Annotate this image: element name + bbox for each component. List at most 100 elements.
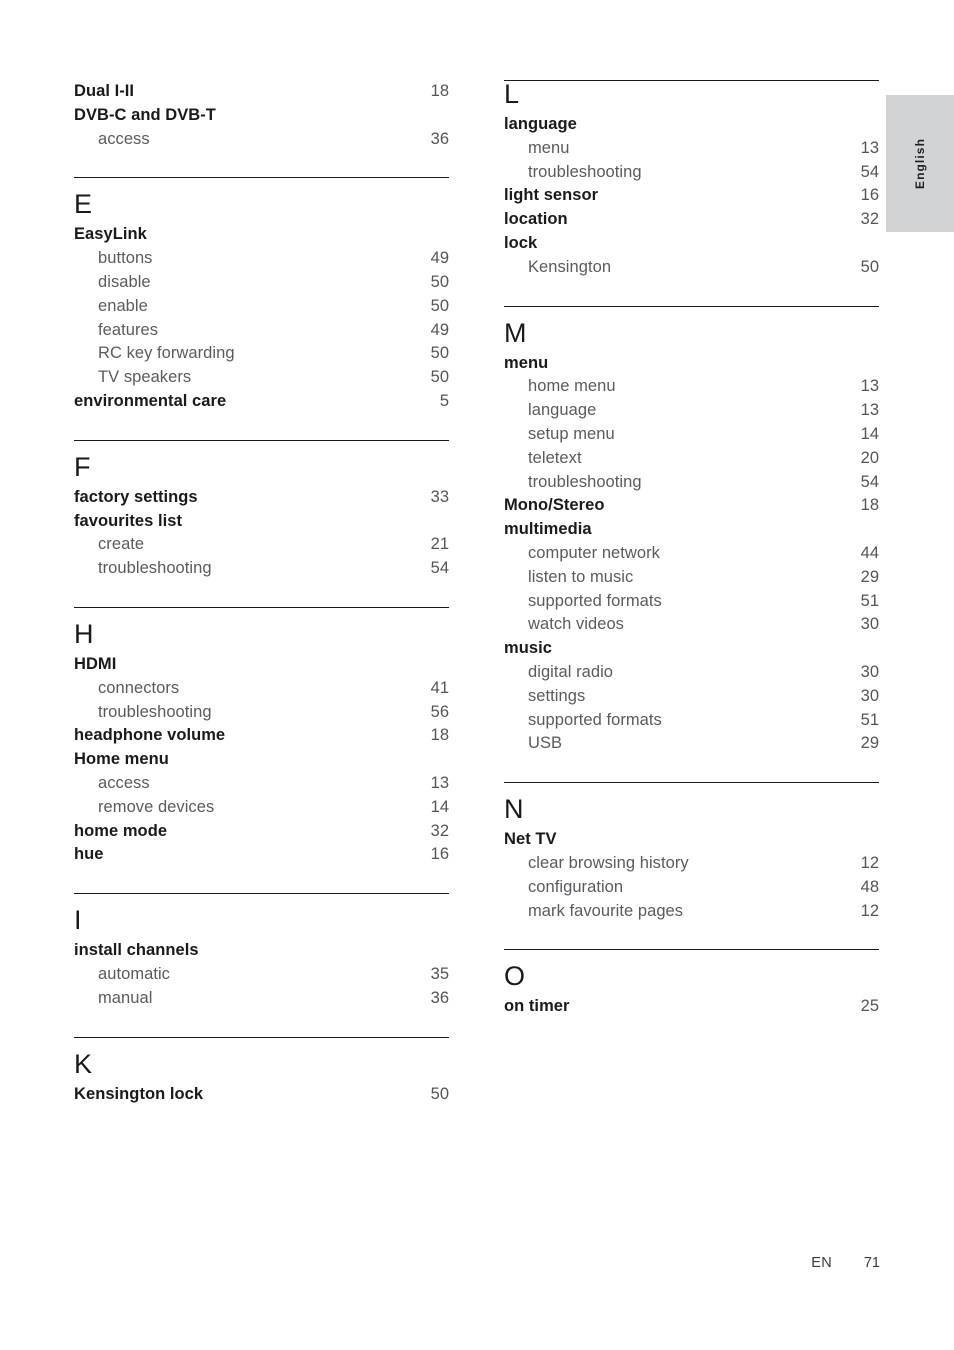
index-subentry: mark favourite pages 12 bbox=[504, 900, 879, 924]
section-letter-m: M bbox=[504, 317, 527, 348]
index-subentry: digital radio 30 bbox=[504, 661, 879, 685]
index-entry-page: 14 bbox=[860, 424, 879, 443]
index-section-e: E EasyLink buttons 49 disable 50 enable 50 featu… bbox=[74, 177, 449, 413]
index-subentry: remove devices 14 bbox=[74, 796, 449, 820]
index-entry-page: 18 bbox=[860, 496, 879, 515]
index-entry-label: listen to music bbox=[528, 567, 634, 586]
index-subentry: supported formats 51 bbox=[504, 590, 879, 614]
index-entry-label: hue bbox=[74, 845, 104, 864]
index-subentry: settings 30 bbox=[504, 685, 879, 709]
index-subentry: disable 50 bbox=[74, 271, 449, 295]
index-entry: language bbox=[504, 113, 879, 137]
index-subentry: menu 13 bbox=[504, 137, 879, 161]
index-entry-page: 12 bbox=[860, 853, 879, 872]
index-entry-label: configuration bbox=[528, 877, 624, 896]
index-entry-page: 51 bbox=[860, 710, 879, 729]
index-subentry: language 13 bbox=[504, 399, 879, 423]
index-section-n: N Net TV clear browsing history 12 configura… bbox=[504, 782, 879, 923]
index-entry: factory settings 33 bbox=[74, 486, 449, 510]
index-entry-label: remove devices bbox=[98, 797, 215, 816]
index-entry-label: language bbox=[528, 401, 597, 420]
index-entry: Dual I-II 18 bbox=[74, 80, 449, 104]
index-entry-page: 50 bbox=[430, 368, 449, 387]
index-entry-label: watch videos bbox=[528, 615, 624, 634]
index-entry: location 32 bbox=[504, 208, 879, 232]
index-entry-label: EasyLink bbox=[74, 225, 147, 244]
index-entry: hue 16 bbox=[74, 843, 449, 867]
section-letter-e: E bbox=[74, 189, 93, 220]
index-entry: install channels bbox=[74, 939, 449, 963]
index-entry-label: automatic bbox=[98, 964, 170, 983]
index-entry-label: clear browsing history bbox=[528, 853, 689, 872]
index-entry: Home menu bbox=[74, 748, 449, 772]
index-entry-label: multimedia bbox=[504, 520, 592, 539]
index-entry-label: Home menu bbox=[74, 750, 169, 769]
index-entry-label: supported formats bbox=[528, 710, 662, 729]
index-entry-label: connectors bbox=[98, 678, 180, 697]
section-letter-n: N bbox=[504, 794, 524, 825]
index-subentry: clear browsing history 12 bbox=[504, 852, 879, 876]
language-tab: English bbox=[886, 95, 954, 232]
index-subentry: troubleshooting 54 bbox=[74, 557, 449, 581]
index-entry-page: 13 bbox=[860, 401, 879, 420]
index-entry-label: supported formats bbox=[528, 591, 662, 610]
index-entry-label: settings bbox=[528, 686, 586, 705]
section-letter-f: F bbox=[74, 451, 91, 482]
right-column: Llanguage menu 13 troubleshooting 54 light se… bbox=[504, 80, 879, 1106]
index-subentry: configuration 48 bbox=[504, 876, 879, 900]
index-entry-page: 16 bbox=[860, 186, 879, 205]
index-entry-page: 51 bbox=[860, 591, 879, 610]
index-entry-label: digital radio bbox=[528, 662, 614, 681]
index-subentry: computer network 44 bbox=[504, 542, 879, 566]
index-entry-label: on timer bbox=[504, 997, 570, 1016]
index-entry-page: 48 bbox=[860, 877, 879, 896]
index-entry-page: 49 bbox=[430, 249, 449, 268]
index-entry-label: mark favourite pages bbox=[528, 901, 684, 920]
index-entry-page: 41 bbox=[430, 678, 449, 697]
index-section-k: K Kensington lock 50 bbox=[74, 1036, 449, 1107]
index-section-l: Llanguage menu 13 troubleshooting 54 light se… bbox=[504, 80, 879, 280]
index-entry-page: 25 bbox=[860, 997, 879, 1016]
index-subentry: setup menu 14 bbox=[504, 423, 879, 447]
index-subentry: access 36 bbox=[74, 128, 449, 152]
index-subentry: troubleshooting 54 bbox=[504, 471, 879, 495]
index-entry-page: 20 bbox=[860, 448, 879, 467]
index-entry-label: home menu bbox=[528, 377, 616, 396]
index-subentry: listen to music 29 bbox=[504, 566, 879, 590]
index-entry-label: light sensor bbox=[504, 186, 599, 205]
index-entry-label: home mode bbox=[74, 821, 168, 840]
index-subentry: USB 29 bbox=[504, 732, 879, 756]
index-section-m: Mmenu home menu 13 language 13 setup menu 14 te… bbox=[504, 305, 879, 757]
index-entry-label: disable bbox=[98, 272, 151, 291]
language-tab-label: English bbox=[913, 137, 927, 190]
footer-page-number: 71 bbox=[863, 1255, 880, 1271]
index-entry-page: 36 bbox=[430, 129, 449, 148]
index-entry-page: 30 bbox=[860, 686, 879, 705]
index-entry-label: favourites list bbox=[74, 511, 183, 530]
index-subentry: manual 36 bbox=[74, 987, 449, 1011]
index-entry-label: USB bbox=[528, 734, 563, 753]
index-entry-label: music bbox=[504, 639, 552, 658]
index-entry-label: teletext bbox=[528, 448, 582, 467]
index-entry: menu bbox=[504, 352, 879, 376]
index-entry-label: troubleshooting bbox=[98, 559, 212, 578]
index-entry: headphone volume 18 bbox=[74, 724, 449, 748]
index-entry-label: factory settings bbox=[74, 487, 198, 506]
index-entry: multimedia bbox=[504, 518, 879, 542]
index-entry-label: troubleshooting bbox=[528, 472, 642, 491]
index-subentry: Kensington 50 bbox=[504, 256, 879, 280]
index-entry-page: 56 bbox=[430, 702, 449, 721]
index-subentry: troubleshooting 56 bbox=[74, 701, 449, 725]
index-entry: DVB-C and DVB-T bbox=[74, 104, 449, 128]
index-entry-label: DVB-C and DVB-T bbox=[74, 105, 216, 124]
index-entry-page: 29 bbox=[860, 567, 879, 586]
index-page: Dual I-II 18 DVB-C and DVB-T access 36 E EasyL… bbox=[0, 0, 954, 1350]
index-entry-page: 29 bbox=[860, 734, 879, 753]
section-letter-k: K bbox=[74, 1048, 93, 1079]
index-entry-label: buttons bbox=[98, 249, 153, 268]
